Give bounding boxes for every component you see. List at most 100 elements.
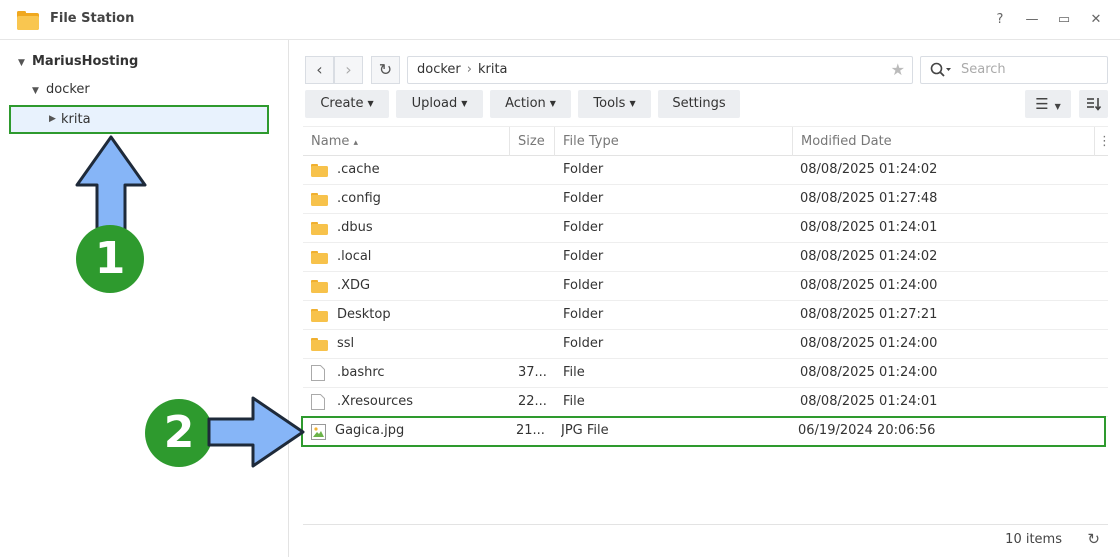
dropdown-icon: ▼ xyxy=(461,99,468,108)
title-bar: File Station ? — ▭ ✕ xyxy=(0,0,1120,40)
file-modified: 08/08/2025 01:24:01 xyxy=(800,220,938,235)
caret-down-icon: ▼ xyxy=(18,58,25,68)
file-name: .dbus xyxy=(337,220,373,235)
maximize-button[interactable]: ▭ xyxy=(1054,10,1074,30)
annotation-right-arrow xyxy=(207,396,305,468)
dropdown-icon: ▼ xyxy=(1054,102,1061,111)
help-button[interactable]: ? xyxy=(990,10,1010,30)
item-count: 10 items xyxy=(1005,532,1062,547)
file-modified: 06/19/2024 20:06:56 xyxy=(798,423,936,438)
caret-right-icon: ▶ xyxy=(49,114,56,124)
file-modified: 08/08/2025 01:24:00 xyxy=(800,278,938,293)
folder-icon xyxy=(311,164,328,177)
file-modified: 08/08/2025 01:24:00 xyxy=(800,365,938,380)
file-name: Desktop xyxy=(337,307,391,322)
refresh-button[interactable]: ↻ xyxy=(371,56,400,84)
tools-button[interactable]: Tools ▼ xyxy=(578,90,651,118)
breadcrumb-krita[interactable]: krita xyxy=(478,62,508,77)
caret-down-icon: ▼ xyxy=(32,86,39,96)
breadcrumb-docker[interactable]: docker xyxy=(417,62,461,77)
file-station-icon xyxy=(17,11,39,30)
file-name: .bashrc xyxy=(337,365,385,380)
table-row[interactable]: .cache Folder 08/08/2025 01:24:02 xyxy=(303,156,1108,185)
search-input[interactable]: Search xyxy=(920,56,1108,84)
create-label: Create xyxy=(320,96,364,111)
file-modified: 08/08/2025 01:24:01 xyxy=(800,394,938,409)
view-mode-button[interactable]: ☰ ▼ xyxy=(1025,90,1071,118)
table-row[interactable]: .local Folder 08/08/2025 01:24:02 xyxy=(303,243,1108,272)
file-name: Gagica.jpg xyxy=(335,423,405,438)
close-button[interactable]: ✕ xyxy=(1086,10,1106,30)
window-title: File Station xyxy=(50,11,135,26)
file-type: Folder xyxy=(563,249,604,264)
folder-icon xyxy=(311,222,328,235)
file-list-header: Name ▴ Size File Type Modified Date ⋮ xyxy=(303,126,1111,156)
file-type: Folder xyxy=(563,162,604,177)
action-button[interactable]: Action ▼ xyxy=(490,90,571,118)
file-modified: 08/08/2025 01:24:02 xyxy=(800,249,938,264)
file-size: 37... xyxy=(518,365,547,380)
file-modified: 08/08/2025 01:27:48 xyxy=(800,191,938,206)
file-type: Folder xyxy=(563,336,604,351)
column-menu-icon[interactable]: ⋮ xyxy=(1095,127,1111,156)
file-type: Folder xyxy=(563,278,604,293)
column-name[interactable]: Name ▴ xyxy=(303,127,510,156)
column-size[interactable]: Size xyxy=(510,127,555,156)
tree-label: MariusHosting xyxy=(32,54,139,69)
table-row[interactable]: .bashrc 37... File 08/08/2025 01:24:00 xyxy=(303,359,1108,388)
file-type: Folder xyxy=(563,307,604,322)
table-row[interactable]: .dbus Folder 08/08/2025 01:24:01 xyxy=(303,214,1108,243)
step-2-badge: 2 xyxy=(145,399,213,467)
tree-item-docker[interactable]: ▼ docker xyxy=(32,75,90,105)
table-row[interactable]: .XDG Folder 08/08/2025 01:24:00 xyxy=(303,272,1108,301)
file-icon xyxy=(311,394,325,410)
minimize-button[interactable]: — xyxy=(1022,10,1042,30)
file-name: .cache xyxy=(337,162,380,177)
sort-icon xyxy=(1086,98,1101,111)
table-row[interactable]: .Xresources 22... File 08/08/2025 01:24:01 xyxy=(303,388,1108,417)
column-type[interactable]: File Type xyxy=(555,127,793,156)
folder-tree: ▼ MariusHosting ▼ docker ▶ krita 1 xyxy=(0,40,289,557)
table-row[interactable]: .config Folder 08/08/2025 01:27:48 xyxy=(303,185,1108,214)
file-name: ssl xyxy=(337,336,355,351)
tree-label: docker xyxy=(46,82,90,97)
folder-icon xyxy=(311,280,328,293)
table-row[interactable]: ssl Folder 08/08/2025 01:24:00 xyxy=(303,330,1108,359)
sort-ascending-icon: ▴ xyxy=(353,138,359,148)
tree-item-krita[interactable]: ▶ krita xyxy=(9,105,269,134)
action-label: Action xyxy=(505,96,546,111)
settings-button[interactable]: Settings xyxy=(658,90,740,118)
search-placeholder: Search xyxy=(961,62,1006,77)
sort-button[interactable] xyxy=(1079,90,1108,118)
folder-icon xyxy=(311,193,328,206)
file-type: File xyxy=(563,394,585,409)
column-label: Name xyxy=(311,134,350,149)
step-1-badge: 1 xyxy=(76,225,144,293)
file-type: Folder xyxy=(563,191,604,206)
upload-button[interactable]: Upload ▼ xyxy=(396,90,483,118)
folder-icon xyxy=(311,251,328,264)
create-button[interactable]: Create ▼ xyxy=(305,90,389,118)
table-row[interactable]: Gagica.jpg 21... JPG File 06/19/2024 20:06:… xyxy=(301,416,1106,447)
file-type: JPG File xyxy=(561,423,609,438)
list-view-icon: ☰ xyxy=(1035,95,1049,113)
file-name: .XDG xyxy=(337,278,371,293)
tree-label: krita xyxy=(61,112,91,127)
image-file-icon xyxy=(311,424,326,440)
back-button[interactable]: ‹ xyxy=(305,56,334,84)
status-bar: 10 items ↻ xyxy=(303,524,1108,554)
file-type: Folder xyxy=(563,220,604,235)
file-size: 21... xyxy=(516,423,545,438)
refresh-icon[interactable]: ↻ xyxy=(1087,530,1100,548)
file-name: .config xyxy=(337,191,381,206)
favorite-star-icon[interactable]: ★ xyxy=(891,57,905,83)
breadcrumb-separator-icon: › xyxy=(466,62,472,77)
table-row[interactable]: Desktop Folder 08/08/2025 01:27:21 xyxy=(303,301,1108,330)
column-modified[interactable]: Modified Date xyxy=(793,127,1095,156)
tree-item-mariushosting[interactable]: ▼ MariusHosting xyxy=(18,47,138,77)
path-bar[interactable]: docker › krita ★ xyxy=(407,56,913,84)
dropdown-icon: ▼ xyxy=(367,99,374,108)
forward-button[interactable]: › xyxy=(334,56,363,84)
folder-icon xyxy=(311,309,328,322)
folder-icon xyxy=(311,338,328,351)
